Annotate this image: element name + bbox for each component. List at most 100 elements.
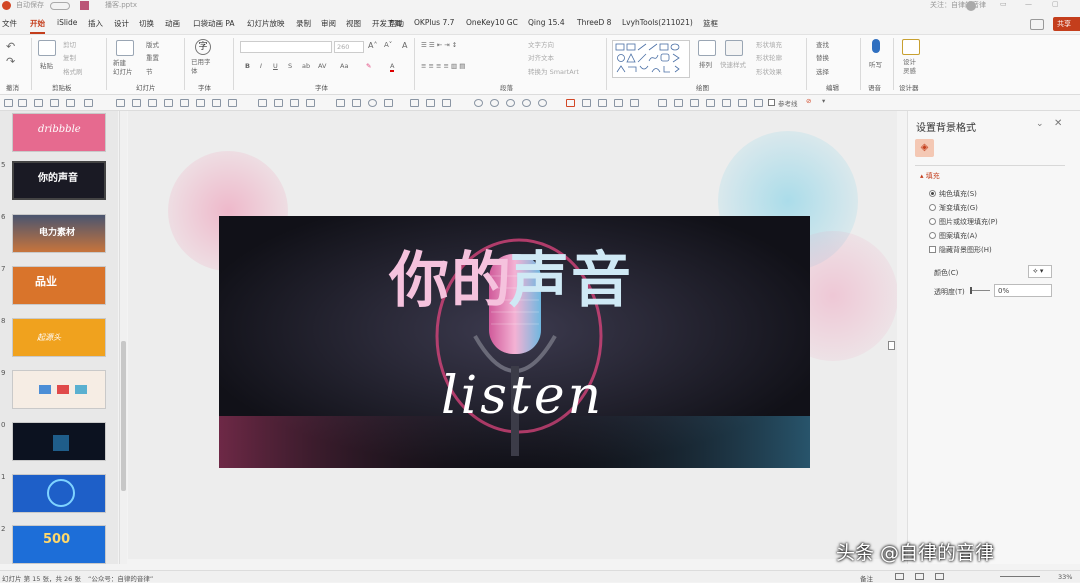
redo-icon[interactable]: ↷ [6, 55, 15, 68]
gradient-fill-radio[interactable] [929, 204, 936, 211]
menu-review[interactable]: 审阅 [321, 18, 336, 29]
toolbar-icon[interactable] [164, 99, 173, 107]
toolbar-icon[interactable] [658, 99, 667, 107]
smartart-button[interactable]: 转换为 SmartArt [528, 66, 579, 76]
toolbar-icon[interactable] [212, 99, 221, 107]
toolbar-icon[interactable] [384, 99, 393, 107]
toolbar-icon[interactable] [582, 99, 591, 107]
fill-section-toggle[interactable]: ▴ 填充 [920, 171, 940, 181]
copy-button[interactable]: 复制 [63, 52, 76, 62]
quick-styles-label[interactable]: 快速样式 [720, 59, 746, 69]
text-direction-button[interactable]: 文字方向 [528, 39, 554, 49]
align-icons[interactable]: ≡ ≡ ≡ ≡ ▥ ▤ [421, 62, 465, 70]
current-slide[interactable]: 你的 声音 listen [219, 216, 810, 468]
italic-icon[interactable]: I [260, 62, 262, 70]
menu-insert[interactable]: 插入 [88, 18, 103, 29]
toolbar-icon[interactable] [690, 99, 699, 107]
shape-effects-button[interactable]: 形状效果 [756, 66, 782, 76]
toolbar-icon[interactable] [258, 99, 267, 107]
find-button[interactable]: 查找 [816, 39, 829, 49]
menu-view[interactable]: 视图 [346, 18, 361, 29]
avatar[interactable] [966, 1, 976, 11]
ribbon-display-icon[interactable]: ▭ [1000, 0, 1007, 8]
reading-view-icon[interactable] [935, 573, 944, 580]
menu-transitions[interactable]: 切换 [139, 18, 154, 29]
arrange-icon[interactable] [698, 40, 716, 56]
new-slide-label[interactable]: 新建 幻灯片 [113, 59, 133, 77]
designer-icon[interactable] [902, 39, 920, 55]
menu-home[interactable]: 开始 [30, 18, 45, 29]
thumbnails-scrollbar[interactable] [119, 111, 127, 564]
slide-thumbnail[interactable]: 品业 [12, 266, 106, 305]
toolbar-icon[interactable] [148, 99, 157, 107]
toolbar-icon[interactable] [132, 99, 141, 107]
layout-button[interactable]: 版式 [146, 39, 159, 49]
toolbar-icon[interactable] [290, 99, 299, 107]
format-painter-button[interactable]: 格式刷 [63, 66, 83, 76]
bold-icon[interactable]: B [245, 62, 250, 70]
dictate-label[interactable]: 听写 [869, 59, 882, 69]
menu-pocket-animation[interactable]: 口袋动画 PA [193, 18, 235, 29]
toolbar-icon[interactable] [116, 99, 125, 107]
font-name-select[interactable] [240, 41, 332, 53]
replace-button[interactable]: 替换 [816, 52, 829, 62]
shape-fill-button[interactable]: 形状填充 [756, 39, 782, 49]
bullets-icon[interactable]: ☰ ☰ ⇤ ⇥ ↕ [421, 41, 457, 49]
share-button[interactable]: 共享 [1053, 17, 1080, 31]
toolbar-icon[interactable] [442, 99, 451, 107]
toolbar-extra-icon[interactable]: ⊘ [806, 97, 811, 105]
select-button[interactable]: 选择 [816, 66, 829, 76]
menu-design[interactable]: 设计 [114, 18, 129, 29]
toolbar-icon[interactable] [598, 99, 607, 107]
toolbar-icon[interactable] [674, 99, 683, 107]
toolbar-icon[interactable] [754, 99, 763, 107]
scroll-indicator[interactable] [888, 341, 895, 350]
shapes-gallery[interactable] [612, 40, 690, 78]
underline-icon[interactable]: U [273, 62, 278, 70]
toolbar-icon[interactable] [410, 99, 419, 107]
save-icon[interactable] [80, 1, 89, 10]
slide-thumbnail[interactable]: 500 [12, 525, 106, 564]
autosave-toggle[interactable] [50, 2, 70, 10]
toolbar-icon[interactable] [228, 99, 237, 107]
slide-thumbnail[interactable]: 起源头 [12, 318, 106, 357]
toolbar-icon[interactable] [34, 99, 43, 107]
toolbar-more-icon[interactable]: ▾ [822, 97, 825, 105]
microphone-icon[interactable] [872, 39, 880, 53]
designer-label[interactable]: 设计 灵感 [903, 58, 916, 76]
slide-thumbnail[interactable] [12, 422, 106, 461]
chevron-down-icon[interactable]: ⌄ [1036, 119, 1044, 129]
undo-icon[interactable]: ↶ [6, 40, 15, 53]
arrange-label[interactable]: 排列 [699, 59, 712, 69]
toolbar-icon[interactable] [66, 99, 75, 107]
solid-fill-radio[interactable] [929, 190, 936, 197]
spacing-icon[interactable]: AV [318, 62, 326, 70]
toolbar-icon[interactable] [306, 99, 315, 107]
toolbar-icon[interactable] [630, 99, 639, 107]
toolbar-icon[interactable] [474, 99, 483, 107]
toolbar-icon[interactable] [738, 99, 747, 107]
transparency-slider[interactable] [970, 290, 990, 291]
scrollbar-thumb[interactable] [121, 341, 126, 491]
menu-help[interactable]: 帮助 [389, 18, 404, 29]
menu-slideshow[interactable]: 幻灯片放映 [247, 18, 285, 29]
toolbar-icon[interactable] [426, 99, 435, 107]
used-font-label[interactable]: 已用字 体 [191, 58, 211, 76]
font-size-select[interactable]: 260 [334, 41, 364, 53]
toolbar-icon[interactable] [180, 99, 189, 107]
menu-onekey[interactable]: OneKey10 GC [466, 18, 518, 27]
shadow-icon[interactable]: S [288, 62, 292, 70]
toolbar-icon[interactable] [196, 99, 205, 107]
menu-file[interactable]: 文件 [2, 18, 17, 29]
clear-format-icon[interactable]: A [402, 41, 407, 50]
comments-icon[interactable] [1030, 19, 1044, 30]
slide-thumbnail-selected[interactable]: 你的声音 [12, 161, 106, 200]
toolbar-icon[interactable] [490, 99, 499, 107]
sorter-view-icon[interactable] [915, 573, 924, 580]
menu-lvyhtools[interactable]: LvyhTools(211021) [622, 18, 693, 27]
toolbar-icon[interactable] [538, 99, 547, 107]
quick-styles-icon[interactable] [725, 40, 743, 56]
reference-line-checkbox[interactable] [768, 99, 775, 106]
align-text-button[interactable]: 对齐文本 [528, 52, 554, 62]
toolbar-icon[interactable] [522, 99, 531, 107]
